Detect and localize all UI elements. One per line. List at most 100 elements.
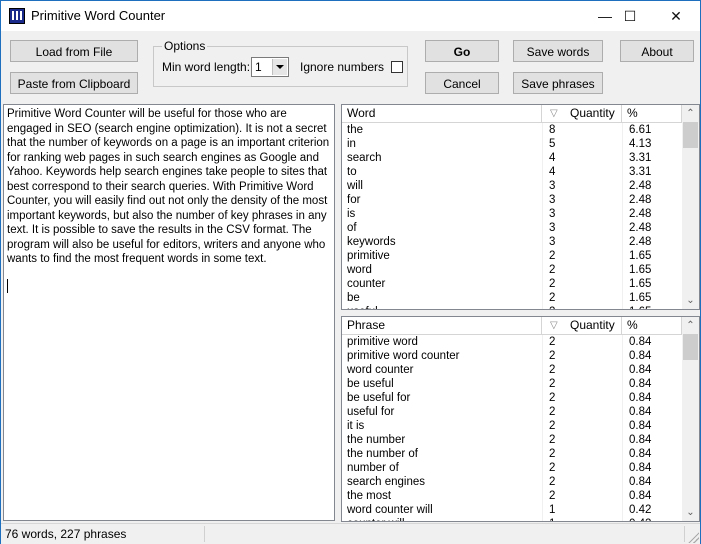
table-row[interactable]: be useful 2 0.84: [342, 377, 682, 391]
cell-quantity: 2: [549, 264, 556, 276]
scroll-down-icon[interactable]: ⌄: [682, 292, 699, 309]
cell-percent: 0.84: [629, 420, 652, 432]
table-row[interactable]: will 3 2.48: [342, 179, 682, 193]
load-from-file-button[interactable]: Load from File: [10, 40, 138, 62]
cell-quantity: 2: [549, 250, 556, 262]
cell-percent: 0.84: [629, 476, 652, 488]
cell-word: the: [347, 124, 363, 136]
table-row[interactable]: search engines 2 0.84: [342, 475, 682, 489]
status-bar: 76 words, 227 phrases: [1, 523, 700, 544]
cell-quantity: 2: [549, 448, 556, 460]
cell-word: keywords: [347, 236, 396, 248]
table-row[interactable]: is 3 2.48: [342, 207, 682, 221]
sort-descending-icon: ▽: [550, 108, 558, 119]
cell-word: of: [347, 222, 357, 234]
cell-percent: 2.48: [629, 222, 652, 234]
table-row[interactable]: primitive 2 1.65: [342, 249, 682, 263]
cell-quantity: 2: [549, 476, 556, 488]
about-button[interactable]: About: [620, 40, 694, 62]
cell-percent: 0.84: [629, 448, 652, 460]
column-header-word[interactable]: Word: [342, 105, 542, 122]
table-row[interactable]: primitive word 2 0.84: [342, 335, 682, 349]
table-row[interactable]: counter will 1 0.42: [342, 517, 682, 521]
sort-descending-icon: ▽: [550, 320, 558, 331]
table-row[interactable]: word counter will 1 0.42: [342, 503, 682, 517]
table-row[interactable]: the 8 6.61: [342, 123, 682, 137]
cell-quantity: 2: [549, 292, 556, 304]
phrases-scrollbar[interactable]: ⌃ ⌄: [682, 317, 699, 521]
cell-percent: 0.42: [629, 517, 651, 521]
table-row[interactable]: primitive word counter 2 0.84: [342, 349, 682, 363]
cell-quantity: 2: [549, 406, 556, 418]
table-row[interactable]: be 2 1.65: [342, 291, 682, 305]
cancel-button[interactable]: Cancel: [425, 72, 499, 94]
min-word-length-select[interactable]: 1: [251, 57, 289, 77]
column-header-percent[interactable]: %: [622, 105, 682, 122]
cell-phrase: be useful for: [347, 392, 411, 404]
cell-percent: 0.84: [629, 378, 652, 390]
cell-percent: 1.65: [629, 250, 652, 262]
table-row[interactable]: in 5 4.13: [342, 137, 682, 151]
save-phrases-button[interactable]: Save phrases: [513, 72, 603, 94]
text-caret: [7, 278, 8, 293]
scroll-up-icon[interactable]: ⌃: [682, 105, 699, 122]
table-row[interactable]: the number 2 0.84: [342, 433, 682, 447]
maximize-button[interactable]: ☐: [607, 1, 653, 31]
cell-percent: 0.84: [629, 490, 652, 502]
table-row[interactable]: counter 2 1.65: [342, 277, 682, 291]
cell-percent: 2.48: [629, 194, 652, 206]
table-row[interactable]: word 2 1.65: [342, 263, 682, 277]
cell-word: counter: [347, 278, 386, 290]
table-row[interactable]: to 4 3.31: [342, 165, 682, 179]
cell-word: to: [347, 166, 357, 178]
app-icon: [9, 8, 25, 24]
go-button[interactable]: Go: [425, 40, 499, 62]
cell-percent: 0.84: [629, 350, 652, 362]
table-row[interactable]: useful 2 1.65: [342, 305, 682, 309]
column-header-quantity[interactable]: ▽ Quantity: [542, 317, 622, 334]
table-row[interactable]: for 3 2.48: [342, 193, 682, 207]
column-header-quantity[interactable]: ▽ Quantity: [542, 105, 622, 122]
window-title: Primitive Word Counter: [31, 8, 166, 23]
close-button[interactable]: ✕: [653, 1, 699, 31]
cell-phrase: the number of: [347, 448, 418, 460]
save-words-button[interactable]: Save words: [513, 40, 603, 62]
cell-percent: 1.65: [629, 305, 651, 309]
ignore-numbers-checkbox[interactable]: [391, 61, 403, 73]
table-row[interactable]: the most 2 0.84: [342, 489, 682, 503]
scroll-up-icon[interactable]: ⌃: [682, 317, 699, 334]
words-table-body: the 8 6.61 in 5 4.13 search 4 3.31 to 4 3.31 will 3 2.…: [342, 123, 682, 309]
column-header-phrase[interactable]: Phrase: [342, 317, 542, 334]
cell-word: word: [347, 264, 372, 276]
scroll-down-icon[interactable]: ⌄: [682, 504, 699, 521]
table-row[interactable]: useful for 2 0.84: [342, 405, 682, 419]
words-scrollbar[interactable]: ⌃ ⌄: [682, 105, 699, 309]
table-row[interactable]: the number of 2 0.84: [342, 447, 682, 461]
cell-quantity: 2: [549, 420, 556, 432]
phrases-table[interactable]: Phrase ▽ Quantity % primitive word 2 0.84 p…: [341, 316, 700, 522]
words-table[interactable]: Word ▽ Quantity % the 8 6.61 in 5 4.13 search 4…: [341, 104, 700, 310]
cell-phrase: primitive word: [347, 336, 418, 348]
input-text-area[interactable]: Primitive Word Counter will be useful fo…: [3, 104, 335, 521]
column-header-percent[interactable]: %: [622, 317, 682, 334]
table-row[interactable]: be useful for 2 0.84: [342, 391, 682, 405]
cell-quantity: 3: [549, 222, 556, 234]
table-row[interactable]: it is 2 0.84: [342, 419, 682, 433]
options-legend: Options: [162, 39, 208, 53]
table-row[interactable]: search 4 3.31: [342, 151, 682, 165]
table-row[interactable]: of 3 2.48: [342, 221, 682, 235]
resize-grip-icon[interactable]: [687, 531, 699, 543]
cell-quantity: 2: [549, 434, 556, 446]
title-bar: Primitive Word Counter — ☐ ✕: [1, 1, 700, 31]
chevron-down-icon[interactable]: [272, 59, 287, 75]
table-row[interactable]: number of 2 0.84: [342, 461, 682, 475]
table-row[interactable]: keywords 3 2.48: [342, 235, 682, 249]
scroll-thumb[interactable]: [683, 122, 698, 148]
cell-percent: 1.65: [629, 264, 652, 276]
cell-percent: 0.84: [629, 434, 652, 446]
cell-quantity: 2: [549, 305, 555, 309]
table-row[interactable]: word counter 2 0.84: [342, 363, 682, 377]
paste-from-clipboard-button[interactable]: Paste from Clipboard: [10, 72, 138, 94]
cell-quantity: 2: [549, 336, 556, 348]
scroll-thumb[interactable]: [683, 334, 698, 360]
